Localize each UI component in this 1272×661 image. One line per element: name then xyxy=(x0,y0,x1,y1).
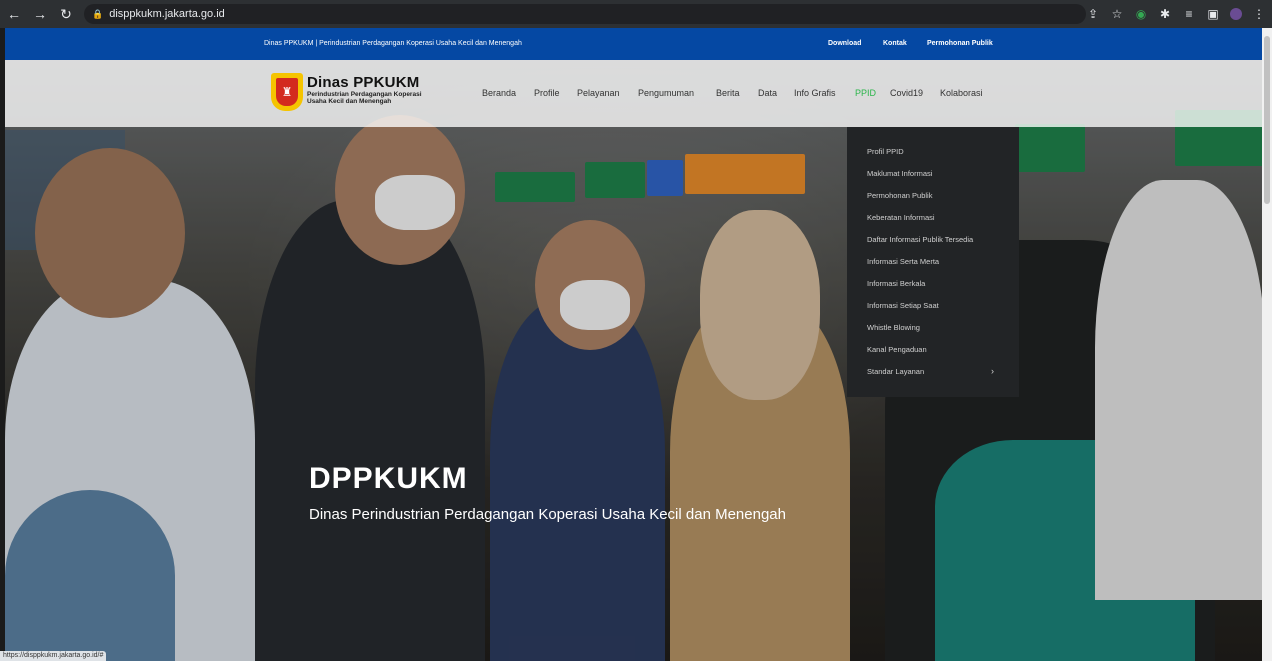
logo-title[interactable]: Dinas PPKUKM xyxy=(307,74,419,91)
scrollbar-thumb[interactable] xyxy=(1264,36,1270,204)
nav-profile[interactable]: Profile xyxy=(534,88,560,98)
status-bar-url: https://disppkukm.jakarta.go.id/# xyxy=(0,651,107,661)
site-header: ♜ Dinas PPKUKM Perindustrian Perdagangan… xyxy=(5,60,1262,127)
logo-subtitle-1: Perindustrian Perdagangan Koperasi xyxy=(307,91,422,98)
hero-subtitle: Dinas Perindustrian Perdagangan Koperasi… xyxy=(309,506,786,523)
nav-beranda[interactable]: Beranda xyxy=(482,88,516,98)
nav-kolaborasi[interactable]: Kolaborasi xyxy=(940,88,983,98)
side-panel-icon[interactable]: ▣ xyxy=(1206,7,1220,21)
submenu-chevron-right-icon: › xyxy=(991,366,994,376)
browser-toolbar: ← → ↻ 🔒 disppkukm.jakarta.go.id ⇪ ☆ ◉ ✱ … xyxy=(0,0,1272,28)
dropdown-item-keberatan-informasi[interactable]: Keberatan Informasi xyxy=(867,213,935,222)
kontak-link[interactable]: Kontak xyxy=(883,40,907,47)
permohonan-publik-link[interactable]: Permohonan Publik xyxy=(927,40,993,47)
hero-title: DPPKUKM xyxy=(309,462,468,495)
download-link[interactable]: Download xyxy=(828,40,861,47)
nav-info-grafis[interactable]: Info Grafis xyxy=(794,88,836,98)
dropdown-item-kanal-pengaduan[interactable]: Kanal Pengaduan xyxy=(867,345,927,354)
dropdown-item-whistle-blowing[interactable]: Whistle Blowing xyxy=(867,323,920,332)
nav-pengumuman[interactable]: Pengumuman xyxy=(638,88,694,98)
dropdown-item-informasi-setiap-saat[interactable]: Informasi Setiap Saat xyxy=(867,301,939,310)
star-icon[interactable]: ☆ xyxy=(1110,7,1124,21)
hero-overlay xyxy=(5,60,1262,661)
top-info-bar: Dinas PPKUKM | Perindustrian Perdagangan… xyxy=(5,28,1262,60)
share-icon[interactable]: ⇪ xyxy=(1086,7,1100,21)
url-text: disppkukm.jakarta.go.id xyxy=(109,8,225,20)
jakarta-emblem-logo[interactable]: ♜ xyxy=(271,73,303,111)
dropdown-item-standar-layanan[interactable]: Standar Layanan xyxy=(867,367,924,376)
profile-avatar-icon[interactable] xyxy=(1230,8,1242,20)
hero-section: ♜ Dinas PPKUKM Perindustrian Perdagangan… xyxy=(5,60,1262,661)
dropdown-item-profil-ppid[interactable]: Profil PPID xyxy=(867,147,904,156)
dropdown-item-maklumat-informasi[interactable]: Maklumat Informasi xyxy=(867,169,932,178)
nav-data[interactable]: Data xyxy=(758,88,777,98)
address-bar[interactable]: 🔒 disppkukm.jakarta.go.id xyxy=(84,4,1086,24)
lock-icon: 🔒 xyxy=(92,8,104,19)
extensions-puzzle-icon[interactable]: ✱ xyxy=(1158,7,1172,21)
ppid-dropdown-menu: Profil PPID Maklumat Informasi Permohona… xyxy=(847,127,1019,397)
dropdown-item-permohonan-publik[interactable]: Permohonan Publik xyxy=(867,191,932,200)
logo-subtitle-2: Usaha Kecil dan Menengah xyxy=(307,98,392,105)
nav-berita[interactable]: Berita xyxy=(716,88,740,98)
nav-ppid[interactable]: PPID xyxy=(855,88,876,98)
forward-icon[interactable]: → xyxy=(28,2,52,26)
back-icon[interactable]: ← xyxy=(2,2,26,26)
nav-pelayanan[interactable]: Pelayanan xyxy=(577,88,620,98)
reload-icon[interactable]: ↻ xyxy=(54,2,78,26)
dropdown-item-informasi-berkala[interactable]: Informasi Berkala xyxy=(867,279,925,288)
dropdown-item-daftar-informasi-publik[interactable]: Daftar Informasi Publik Tersedia xyxy=(867,235,973,244)
more-menu-icon[interactable]: ⋮ xyxy=(1252,7,1266,21)
monas-icon: ♜ xyxy=(276,78,298,106)
page-scrollbar[interactable] xyxy=(1262,28,1272,661)
extension-eye-icon[interactable]: ◉ xyxy=(1134,7,1148,21)
nav-covid19[interactable]: Covid19 xyxy=(890,88,923,98)
dropdown-item-informasi-serta-merta[interactable]: Informasi Serta Merta xyxy=(867,257,939,266)
reading-list-icon[interactable]: ≡ xyxy=(1182,7,1196,21)
site-tagline: Dinas PPKUKM | Perindustrian Perdagangan… xyxy=(264,40,522,47)
